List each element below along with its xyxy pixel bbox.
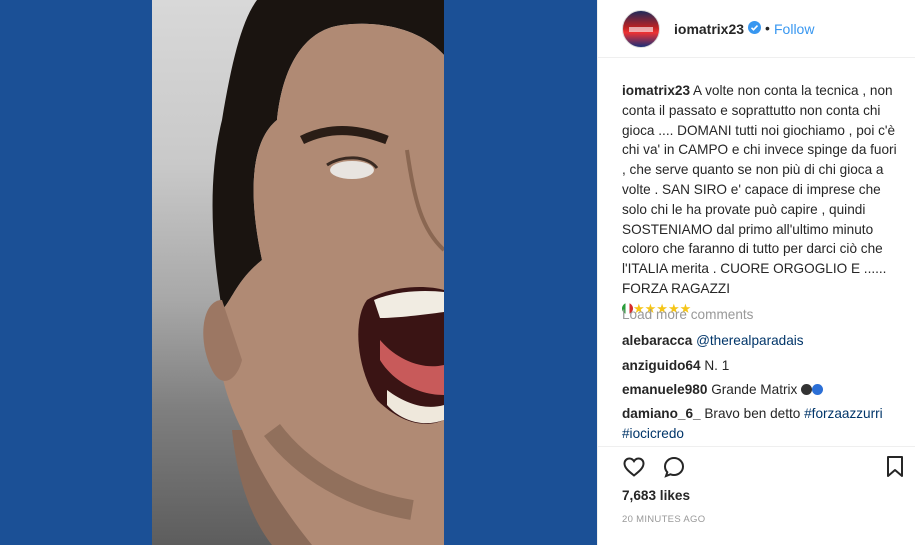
bookmark-icon[interactable]	[885, 455, 905, 484]
comment-username[interactable]: damiano_6_	[622, 406, 701, 421]
heart-icon[interactable]	[622, 455, 646, 484]
avatar[interactable]	[622, 10, 660, 48]
black-circle-emoji	[801, 384, 813, 395]
comment-item: emanuele980 Grande Matrix	[622, 380, 902, 400]
caption-username[interactable]: iomatrix23	[622, 83, 690, 98]
separator-dot: •	[765, 20, 770, 36]
blue-circle-emoji	[812, 384, 824, 395]
post-caption: iomatrix23 A volte non conta la tecnica …	[622, 81, 902, 319]
username[interactable]: iomatrix23	[674, 21, 744, 37]
comment-username[interactable]: anziguido64	[622, 358, 701, 373]
likes-count[interactable]: 7,683 likes	[622, 488, 690, 503]
caption-text: A volte non conta la tecnica , non conta…	[622, 83, 897, 296]
action-bar	[598, 446, 915, 487]
comment-mention[interactable]: @therealparadais	[696, 333, 804, 348]
comment-item: anziguido64 N. 1	[622, 356, 902, 376]
load-more-comments[interactable]: Load more comments	[622, 307, 753, 322]
comment-username[interactable]: emanuele980	[622, 382, 707, 397]
follow-button[interactable]: Follow	[774, 21, 814, 37]
comment-icon[interactable]	[662, 455, 686, 484]
comment-text: N. 1	[704, 358, 730, 373]
post-media[interactable]	[0, 0, 597, 545]
post-photo	[152, 0, 444, 545]
comment-item: damiano_6_ Bravo ben detto #forzaazzurri…	[622, 404, 902, 444]
face-illustration	[203, 0, 444, 545]
post-timestamp[interactable]: 20 MINUTES AGO	[622, 514, 705, 525]
comment-username[interactable]: alebaracca	[622, 333, 692, 348]
comment-text: Bravo ben detto	[704, 406, 801, 421]
verified-badge-icon	[748, 21, 761, 34]
comment-item: alebaracca @therealparadais	[622, 331, 902, 351]
comment-text: Grande Matrix	[711, 382, 798, 397]
post-header: iomatrix23 • Follow	[598, 0, 915, 58]
post-sidebar: iomatrix23 • Follow iomatrix23 A volte n…	[597, 0, 915, 545]
